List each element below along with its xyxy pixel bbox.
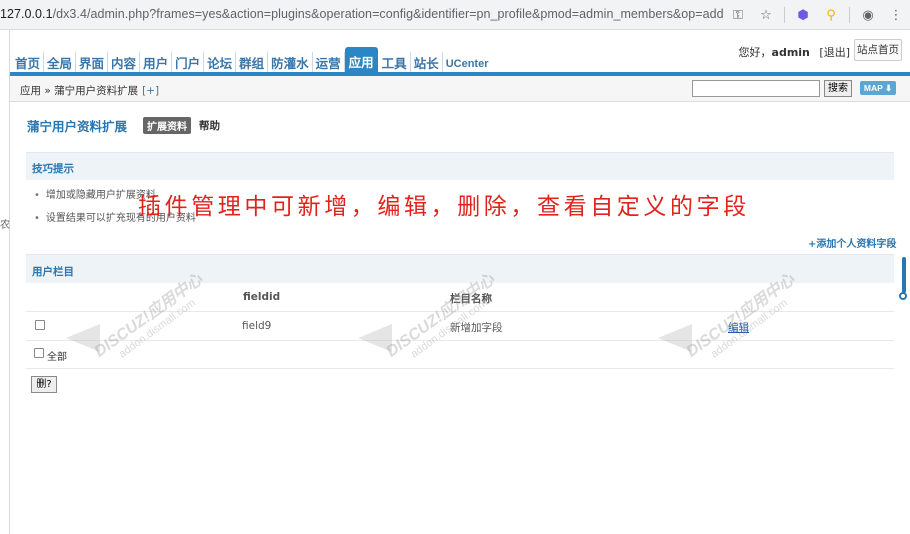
nav-webmaster[interactable]: 站长 <box>411 52 443 74</box>
account-icon[interactable]: ◉ <box>854 8 882 23</box>
nav-anti-spam[interactable]: 防灌水 <box>268 52 313 74</box>
star-icon[interactable]: ☆ <box>752 8 780 23</box>
section-header: 用户栏目 <box>26 254 894 283</box>
breadcrumb: 应用 » 蒲宁用户资料扩展 [+] <box>20 83 159 98</box>
watermark: DISCUZ!应用中心 addon.dismall.com <box>680 207 890 375</box>
url-host: 127.0.0.1 <box>0 7 53 21</box>
logout-link[interactable]: [退出] <box>819 46 850 59</box>
scrollbar-handle[interactable] <box>899 292 907 300</box>
page-title: 蒲宁用户资料扩展 <box>27 119 128 134</box>
key-icon[interactable]: ⚿ <box>724 8 752 23</box>
username: admin <box>771 46 810 59</box>
admin-header: 首页 全局 界面 内容 用户 门户 论坛 群组 防灌水 运营 应用 工具 站长 … <box>10 30 910 74</box>
menu-icon[interactable]: ⋮ <box>882 8 910 23</box>
nav-tools[interactable]: 工具 <box>379 52 411 74</box>
left-frame-edge: 农 <box>0 30 10 534</box>
nav-forum[interactable]: 论坛 <box>204 52 237 74</box>
toolbar-divider-2 <box>849 7 850 23</box>
extension-icon[interactable]: ⬢ <box>789 8 817 23</box>
breadcrumb-add-shortcut[interactable]: [+] <box>142 85 159 97</box>
watermark-brand: DISCUZ!应用中心 <box>383 271 498 361</box>
tips-header-label: 技巧提示 <box>32 163 74 175</box>
left-frame-fragment: 农 <box>0 220 10 231</box>
annotation-overlay: 插件管理中可新增，编辑，删除，查看自定义的字段 <box>138 194 750 220</box>
top-nav: 首页 全局 界面 内容 用户 门户 论坛 群组 防灌水 运营 应用 工具 站长 … <box>12 47 492 74</box>
browser-toolbar-icons: ⚿ ☆ ⬢ ⚲ ◉ ⋮ <box>724 0 910 30</box>
delete-button[interactable]: 删? <box>31 376 57 393</box>
scrollbar-thumb[interactable] <box>902 257 906 293</box>
select-all-checkbox[interactable] <box>34 348 44 358</box>
tab-help[interactable]: 帮助 <box>199 118 220 133</box>
nav-apps[interactable]: 应用 <box>344 47 378 74</box>
greeting-text: 您好， <box>738 46 772 59</box>
nav-users[interactable]: 用户 <box>140 52 173 74</box>
nav-global[interactable]: 全局 <box>44 52 77 74</box>
breadcrumb-text: 应用 » 蒲宁用户资料扩展 <box>20 85 139 97</box>
browser-address-bar: 127.0.0.1/dx3.4/admin.php?frames=yes&act… <box>0 0 910 30</box>
toolbar-divider <box>784 7 785 23</box>
row-fieldid: field9 <box>242 320 272 332</box>
search-input[interactable] <box>692 80 820 97</box>
nav-groups[interactable]: 群组 <box>236 52 269 74</box>
row-divider <box>26 368 894 369</box>
tips-header: 技巧提示 <box>26 152 894 180</box>
nav-ucenter[interactable]: UCenter <box>443 52 492 74</box>
nav-content[interactable]: 内容 <box>108 52 141 74</box>
user-info: 您好，admin [退出] <box>739 44 850 60</box>
extension2-icon[interactable]: ⚲ <box>817 8 845 23</box>
url-field[interactable]: 127.0.0.1/dx3.4/admin.php?frames=yes&act… <box>0 7 724 21</box>
nav-home[interactable]: 首页 <box>12 52 45 74</box>
nav-interface[interactable]: 界面 <box>76 52 109 74</box>
tab-extended-profile[interactable]: 扩展资料 <box>143 117 192 134</box>
title-row: 蒲宁用户资料扩展 扩展资料 帮助 <box>27 116 220 135</box>
map-button[interactable]: MAP ⬇ <box>860 81 896 95</box>
watermark: DISCUZ!应用中心 addon.dismall.com <box>380 207 590 375</box>
site-home-button[interactable]: 站点首页 <box>854 39 902 61</box>
row-checkbox[interactable] <box>35 320 45 330</box>
nav-operations[interactable]: 运营 <box>313 52 345 74</box>
select-all-label: 全部 <box>47 352 67 363</box>
nav-portal[interactable]: 门户 <box>172 52 205 74</box>
breadcrumb-bar: 应用 » 蒲宁用户资料扩展 [+] 搜索 MAP ⬇ <box>10 76 910 102</box>
search-button[interactable]: 搜索 <box>824 80 852 97</box>
watermark-brand: DISCUZ!应用中心 <box>91 271 206 361</box>
column-header-fieldid: fieldid <box>243 291 281 303</box>
watermark-brand: DISCUZ!应用中心 <box>683 271 798 361</box>
url-path: /dx3.4/admin.php?frames=yes&action=plugi… <box>52 7 724 21</box>
section-header-label: 用户栏目 <box>32 266 74 278</box>
